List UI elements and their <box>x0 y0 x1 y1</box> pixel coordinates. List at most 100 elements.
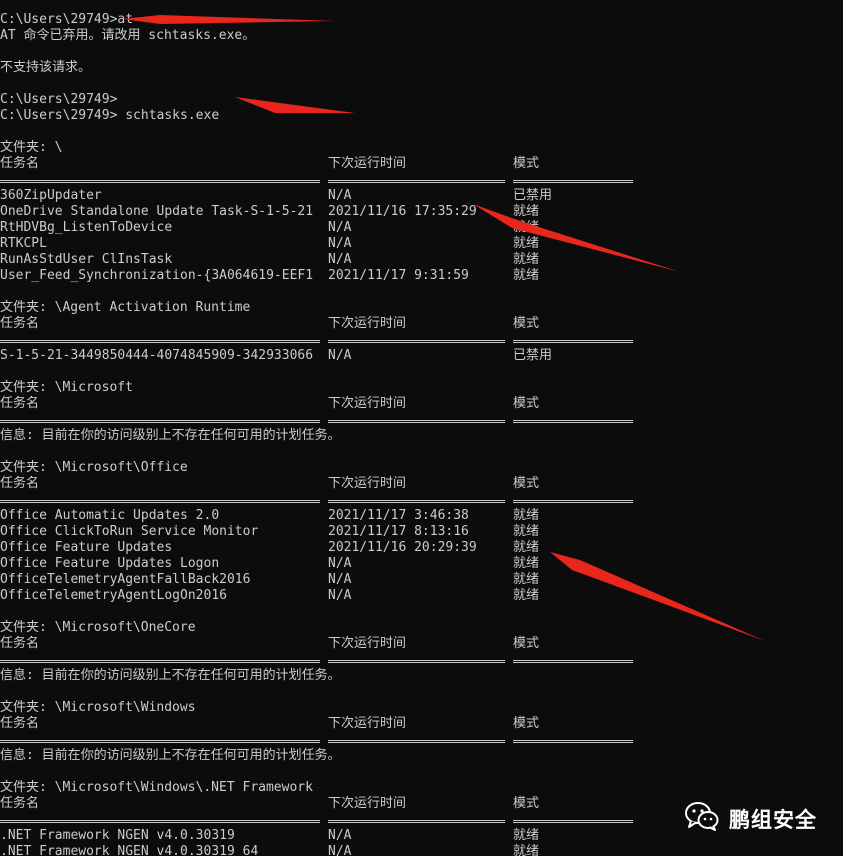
status-cell: 就绪 <box>513 572 540 587</box>
separator-rule <box>513 420 633 423</box>
separator-rule <box>328 660 505 663</box>
header-status: 模式 <box>513 156 540 171</box>
separator-rule <box>513 500 633 503</box>
folder-title: 文件夹: \Microsoft\Windows\.NET Framework <box>0 780 313 795</box>
next-run-time-cell: 2021/11/17 9:31:59 <box>328 268 469 283</box>
status-cell: 就绪 <box>513 844 540 856</box>
watermark: 鹏组安全 <box>685 801 817 836</box>
header-next-run-time: 下次运行时间 <box>328 636 407 651</box>
status-cell: 已禁用 <box>513 348 553 363</box>
task-name-cell: .NET Framework NGEN v4.0.30319 64 <box>0 844 259 856</box>
command-line-at: C:\Users\29749>at <box>0 12 134 27</box>
next-run-time-cell: N/A <box>328 588 352 603</box>
separator-rule <box>0 660 320 663</box>
separator-rule <box>328 420 505 423</box>
annotation-arrow-schtasks <box>235 97 355 113</box>
task-name-cell: User_Feed_Synchronization-{3A064619-EEF1 <box>0 268 314 283</box>
next-run-time-cell: 2021/11/16 20:29:39 <box>328 540 477 555</box>
status-cell: 就绪 <box>513 268 540 283</box>
status-cell: 就绪 <box>513 220 540 235</box>
header-task-name: 任务名 <box>0 716 40 731</box>
status-cell: 就绪 <box>513 236 540 251</box>
header-next-run-time: 下次运行时间 <box>328 156 407 171</box>
status-cell: 就绪 <box>513 588 540 603</box>
header-next-run-time: 下次运行时间 <box>328 476 407 491</box>
annotation-arrow-at <box>122 15 335 24</box>
task-name-cell: RtHDVBg_ListenToDevice <box>0 220 173 235</box>
separator-rule <box>513 820 633 823</box>
folder-title: 文件夹: \Agent Activation Runtime <box>0 300 251 315</box>
header-task-name: 任务名 <box>0 396 40 411</box>
header-task-name: 任务名 <box>0 796 40 811</box>
header-status: 模式 <box>513 316 540 331</box>
separator-rule <box>513 180 633 183</box>
header-task-name: 任务名 <box>0 636 40 651</box>
task-name-cell: .NET Framework NGEN v4.0.30319 <box>0 828 235 843</box>
separator-rule <box>513 340 633 343</box>
next-run-time-cell: 2021/11/17 3:46:38 <box>328 508 469 523</box>
task-name-cell: 360ZipUpdater <box>0 188 102 203</box>
task-name-cell: OfficeTelemetryAgentFallBack2016 <box>0 572 251 587</box>
next-run-time-cell: 2021/11/16 17:35:29 <box>328 204 477 219</box>
status-cell: 就绪 <box>513 508 540 523</box>
not-supported-message: 不支持该请求。 <box>0 60 92 75</box>
status-cell: 就绪 <box>513 540 540 555</box>
no-tasks-message: 信息: 目前在你的访问级别上不存在任何可用的计划任务。 <box>0 748 341 763</box>
command-prompt-console[interactable]: C:\Users\29749>at AT 命令已弃用。请改用 schtasks.… <box>0 0 843 856</box>
task-name-cell: RunAsStdUser ClInsTask <box>0 252 173 267</box>
separator-rule <box>328 740 505 743</box>
status-cell: 已禁用 <box>513 188 553 203</box>
status-cell: 就绪 <box>513 828 540 843</box>
folder-title: 文件夹: \Microsoft\Office <box>0 460 188 475</box>
task-name-cell: OfficeTelemetryAgentLogOn2016 <box>0 588 227 603</box>
header-next-run-time: 下次运行时间 <box>328 316 407 331</box>
task-name-cell: S-1-5-21-3449850444-4074845909-342933066 <box>0 348 314 363</box>
header-task-name: 任务名 <box>0 316 40 331</box>
command-line-schtasks: C:\Users\29749> schtasks.exe <box>0 108 220 123</box>
wechat-icon <box>685 801 719 836</box>
at-deprecated-message: AT 命令已弃用。请改用 schtasks.exe。 <box>0 28 256 43</box>
header-next-run-time: 下次运行时间 <box>328 396 407 411</box>
header-status: 模式 <box>513 636 540 651</box>
status-cell: 就绪 <box>513 556 540 571</box>
header-status: 模式 <box>513 716 540 731</box>
folder-title: 文件夹: \Microsoft\OneCore <box>0 620 196 635</box>
separator-rule <box>0 180 320 183</box>
next-run-time-cell: N/A <box>328 252 352 267</box>
header-next-run-time: 下次运行时间 <box>328 716 407 731</box>
no-tasks-message: 信息: 目前在你的访问级别上不存在任何可用的计划任务。 <box>0 428 341 443</box>
task-name-cell: Office Feature Updates Logon <box>0 556 220 571</box>
task-name-cell: Office Automatic Updates 2.0 <box>0 508 220 523</box>
separator-rule <box>513 660 633 663</box>
next-run-time-cell: N/A <box>328 572 352 587</box>
header-next-run-time: 下次运行时间 <box>328 796 407 811</box>
folder-title: 文件夹: \Microsoft\Windows <box>0 700 196 715</box>
separator-rule <box>0 820 320 823</box>
next-run-time-cell: N/A <box>328 188 352 203</box>
status-cell: 就绪 <box>513 204 540 219</box>
separator-rule <box>0 740 320 743</box>
header-status: 模式 <box>513 396 540 411</box>
separator-rule <box>0 500 320 503</box>
annotation-arrow-office-feature <box>550 552 765 641</box>
task-name-cell: OneDrive Standalone Update Task-S-1-5-21 <box>0 204 314 219</box>
command-prompt-empty: C:\Users\29749> <box>0 92 118 107</box>
next-run-time-cell: N/A <box>328 844 352 856</box>
watermark-text: 鹏组安全 <box>729 807 817 832</box>
next-run-time-cell: N/A <box>328 348 352 363</box>
separator-rule <box>328 820 505 823</box>
status-cell: 就绪 <box>513 252 540 267</box>
next-run-time-cell: 2021/11/17 8:13:16 <box>328 524 469 539</box>
separator-rule <box>328 180 505 183</box>
separator-rule <box>0 340 320 343</box>
task-name-cell: RTKCPL <box>0 236 47 251</box>
separator-rule <box>0 420 320 423</box>
separator-rule <box>328 340 505 343</box>
status-cell: 就绪 <box>513 524 540 539</box>
separator-rule <box>513 740 633 743</box>
header-status: 模式 <box>513 476 540 491</box>
next-run-time-cell: N/A <box>328 556 352 571</box>
folder-title: 文件夹: \ <box>0 140 63 155</box>
no-tasks-message: 信息: 目前在你的访问级别上不存在任何可用的计划任务。 <box>0 668 341 683</box>
header-task-name: 任务名 <box>0 156 40 171</box>
